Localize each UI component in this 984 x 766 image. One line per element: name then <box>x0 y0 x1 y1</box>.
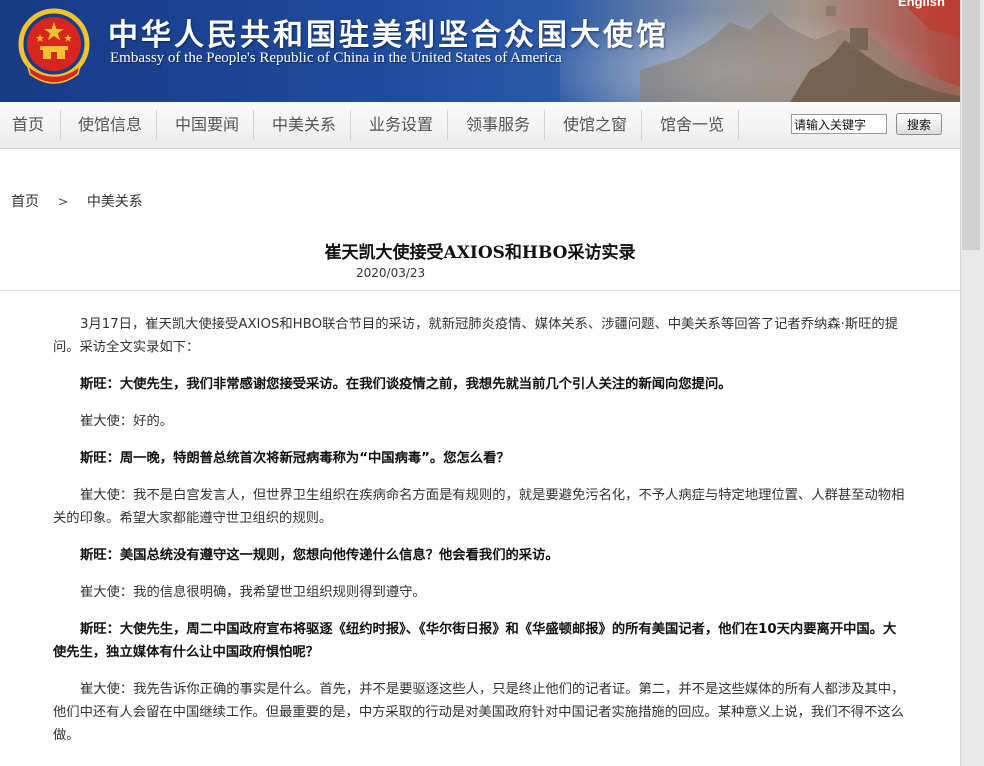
nav-item-embassy-window[interactable]: 使馆之窗 <box>563 102 627 148</box>
article-paragraph-question: 斯旺：周一晚，特朗普总统首次将新冠病毒称为“中国病毒”。您怎么看？ <box>80 451 510 466</box>
article-title: 崔天凯大使接受AXIOS和HBO采访实录 <box>324 243 636 263</box>
article-paragraph-question: 斯旺：大使先生，周二中国政府宣布将驱逐《纽约时报》、《华尔街日报》和《华盛顿邮报… <box>53 622 897 660</box>
national-emblem-icon <box>18 8 90 84</box>
article-paragraph: 崔大使：我的信息很明确，我希望世卫组织规则得到遵守。 <box>80 585 426 600</box>
nav-item-home[interactable]: 首页 <box>12 102 44 148</box>
nav-item-business[interactable]: 业务设置 <box>369 102 433 148</box>
great-wall-image <box>640 0 960 102</box>
article-date: 2020/03/23 <box>356 266 426 280</box>
breadcrumb: 首页 > 中美关系 <box>11 191 143 211</box>
main-nav: 首页 使馆信息 中国要闻 中美关系 业务设置 领事服务 使馆之窗 馆舍一览 搜索 <box>0 102 960 149</box>
search-button[interactable]: 搜索 <box>896 113 942 135</box>
scrollbar-thumb[interactable] <box>962 0 980 250</box>
site-title-zh: 中华人民共和国驻美利坚合众国大使馆 <box>108 18 669 53</box>
article-paragraph: 3月17日，崔天凯大使接受AXIOS和HBO联合节目的采访，就新冠肺炎疫情、媒体… <box>53 317 899 355</box>
chevron-right-icon: > <box>57 195 69 210</box>
site-title-en: Embassy of the People's Republic of Chin… <box>110 50 562 66</box>
article-paragraph-question: 斯旺：美国总统没有遵守这一规则，您想向他传递什么信息？他会看我们的采访。 <box>80 548 559 563</box>
nav-item-embassy-info[interactable]: 使馆信息 <box>78 102 142 148</box>
header-banner: 中华人民共和国驻美利坚合众国大使馆 Embassy of the People'… <box>0 0 960 102</box>
nav-item-consular[interactable]: 领事服务 <box>466 102 530 148</box>
nav-item-premises[interactable]: 馆舍一览 <box>660 102 724 148</box>
title-divider <box>0 290 960 291</box>
english-link[interactable]: English <box>898 0 945 9</box>
nav-divider <box>60 110 61 140</box>
breadcrumb-home[interactable]: 首页 <box>11 194 39 210</box>
search-input[interactable] <box>791 114 887 134</box>
nav-item-china-news[interactable]: 中国要闻 <box>175 102 239 148</box>
nav-divider <box>253 110 254 140</box>
nav-divider <box>350 110 351 140</box>
nav-divider <box>641 110 642 140</box>
article-paragraph: 崔大使：我不是白宫发言人，但世界卫生组织在疾病命名方面是有规则的，就是要避免污名… <box>53 488 905 526</box>
article-paragraph: 崔大使：好的。 <box>80 414 174 429</box>
nav-divider <box>738 110 739 140</box>
nav-item-china-us-relations[interactable]: 中美关系 <box>272 102 336 148</box>
nav-divider <box>447 110 448 140</box>
article-paragraph: 崔大使：我先告诉你正确的事实是什么。首先，并不是要驱逐这些人，只是终止他们的记者… <box>53 682 905 743</box>
nav-divider <box>544 110 545 140</box>
breadcrumb-china-us-relations[interactable]: 中美关系 <box>87 194 143 210</box>
article-body: 3月17日，崔天凯大使接受AXIOS和HBO联合节目的采访，就新冠肺炎疫情、媒体… <box>53 313 908 761</box>
article-paragraph-question: 斯旺：大使先生，我们非常感谢您接受采访。在我们谈疫情之前，我想先就当前几个引人关… <box>80 377 732 392</box>
nav-divider <box>156 110 157 140</box>
